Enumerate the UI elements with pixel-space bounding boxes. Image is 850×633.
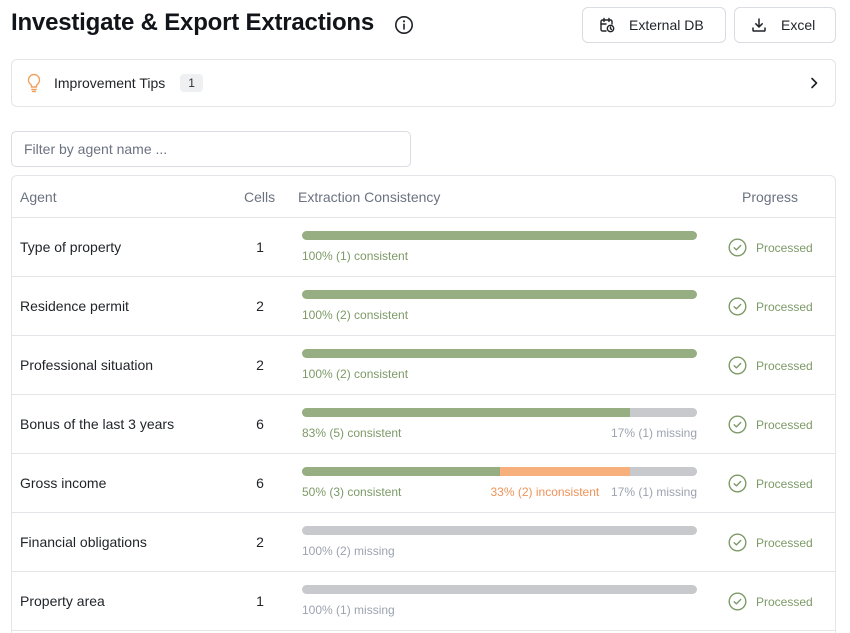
missing-label: 100% (1) missing <box>302 603 395 617</box>
cells-count: 1 <box>256 239 264 255</box>
missing-segment <box>302 585 697 594</box>
agent-name: Property area <box>20 593 105 609</box>
table-row[interactable]: Bonus of the last 3 years 6 83% (5) consis… <box>12 395 835 454</box>
consistent-label: 83% (5) consistent <box>302 426 402 440</box>
inconsistent-label: 33% (2) inconsistent <box>490 485 600 499</box>
table-body: Type of property 1 100% (1) consistent Proc… <box>12 218 835 631</box>
check-circle-icon <box>728 297 747 316</box>
status-badge: Processed <box>728 474 813 493</box>
info-icon[interactable] <box>394 15 414 35</box>
agent-name: Gross income <box>20 475 107 491</box>
external-db-label: External DB <box>629 17 704 33</box>
check-circle-icon <box>728 533 747 552</box>
status-text: Processed <box>756 240 813 255</box>
status-badge: Processed <box>728 533 813 552</box>
cells-count: 1 <box>256 593 264 609</box>
download-icon <box>752 18 766 32</box>
status-text: Processed <box>756 476 813 491</box>
consistency-bar <box>302 290 697 299</box>
status-text: Processed <box>756 299 813 314</box>
consistent-segment <box>302 408 630 417</box>
table-row[interactable]: Residence permit 2 100% (2) consistent Proc… <box>12 277 835 336</box>
table-row[interactable]: Professional situation 2 100% (2) consiste… <box>12 336 835 395</box>
improvement-tips-panel[interactable]: Improvement Tips 1 <box>11 59 836 107</box>
status-text: Processed <box>756 417 813 432</box>
consistency-bar <box>302 231 697 240</box>
status-text: Processed <box>756 594 813 609</box>
check-circle-icon <box>728 474 747 493</box>
table-row[interactable]: Property area 1 100% (1) missing Processed <box>12 572 835 631</box>
consistency-labels: 100% (2) consistent <box>302 367 697 383</box>
improvement-tips-label: Improvement Tips <box>54 75 166 91</box>
check-circle-icon <box>728 356 747 375</box>
status-text: Processed <box>756 535 813 550</box>
status-text: Processed <box>756 358 813 373</box>
external-db-button[interactable]: External DB <box>582 7 726 43</box>
status-badge: Processed <box>728 297 813 316</box>
consistent-label: 100% (1) consistent <box>302 249 409 263</box>
cells-count: 6 <box>256 416 264 432</box>
status-badge: Processed <box>728 356 813 375</box>
agent-name: Type of property <box>20 239 122 255</box>
lightbulb-icon <box>27 73 41 93</box>
column-header-consistency[interactable]: Extraction Consistency <box>298 189 440 205</box>
missing-segment <box>629 408 697 417</box>
consistency-bar <box>302 408 697 417</box>
consistency-bar <box>302 585 697 594</box>
column-header-agent[interactable]: Agent <box>20 189 57 205</box>
agent-name: Residence permit <box>20 298 129 314</box>
consistency-labels: 100% (2) consistent <box>302 308 697 324</box>
consistent-label: 100% (2) consistent <box>302 308 409 322</box>
cells-count: 2 <box>256 298 264 314</box>
consistent-segment <box>302 290 697 299</box>
consistency-labels: 100% (1) missing <box>302 603 697 619</box>
chevron-right-icon[interactable] <box>807 76 821 90</box>
cells-count: 2 <box>256 357 264 373</box>
table-row[interactable]: Financial obligations 2 100% (2) missing Pr… <box>12 513 835 572</box>
missing-segment <box>302 526 697 535</box>
excel-label: Excel <box>781 17 816 33</box>
check-circle-icon <box>728 592 747 611</box>
consistency-bar <box>302 349 697 358</box>
cells-count: 6 <box>256 475 264 491</box>
page-title: Investigate & Export Extractions <box>11 9 375 36</box>
status-badge: Processed <box>728 592 813 611</box>
consistent-label: 100% (2) consistent <box>302 367 409 381</box>
consistent-segment <box>302 349 697 358</box>
inconsistent-segment <box>499 467 630 476</box>
consistent-label: 50% (3) consistent <box>302 485 402 499</box>
tips-count-badge: 1 <box>180 74 203 92</box>
consistency-bar <box>302 526 697 535</box>
missing-label: 17% (1) missing <box>610 485 697 499</box>
check-circle-icon <box>728 415 747 434</box>
table-row[interactable]: Type of property 1 100% (1) consistent Proc… <box>12 218 835 277</box>
agent-filter-input[interactable] <box>11 131 411 167</box>
consistency-labels: 50% (3) consistent 33% (2) inconsistent 17… <box>302 485 697 501</box>
agent-name: Financial obligations <box>20 534 147 550</box>
extractions-table: Agent Cells Extraction Consistency Progr… <box>11 175 836 633</box>
consistency-labels: 83% (5) consistent 17% (1) missing <box>302 426 697 442</box>
missing-segment <box>629 467 697 476</box>
status-badge: Processed <box>728 415 813 434</box>
missing-label: 100% (2) missing <box>302 544 395 558</box>
agent-name: Professional situation <box>20 357 154 373</box>
calendar-clock-icon <box>600 17 615 33</box>
consistent-segment <box>302 467 500 476</box>
agent-name: Bonus of the last 3 years <box>20 416 175 432</box>
missing-label: 17% (1) missing <box>610 426 697 440</box>
column-header-cells[interactable]: Cells <box>244 189 275 205</box>
status-badge: Processed <box>728 238 813 257</box>
table-header: Agent Cells Extraction Consistency Progr… <box>12 176 835 218</box>
consistency-labels: 100% (1) consistent <box>302 249 697 265</box>
cells-count: 2 <box>256 534 264 550</box>
page-header: Investigate & Export Extractions Externa… <box>11 0 839 50</box>
column-header-progress[interactable]: Progress <box>742 189 798 205</box>
table-row[interactable]: Gross income 6 50% (3) consistent 33% (2) i… <box>12 454 835 513</box>
check-circle-icon <box>728 238 747 257</box>
consistent-segment <box>302 231 697 240</box>
consistency-labels: 100% (2) missing <box>302 544 697 560</box>
consistency-bar <box>302 467 697 476</box>
excel-button[interactable]: Excel <box>734 7 836 43</box>
